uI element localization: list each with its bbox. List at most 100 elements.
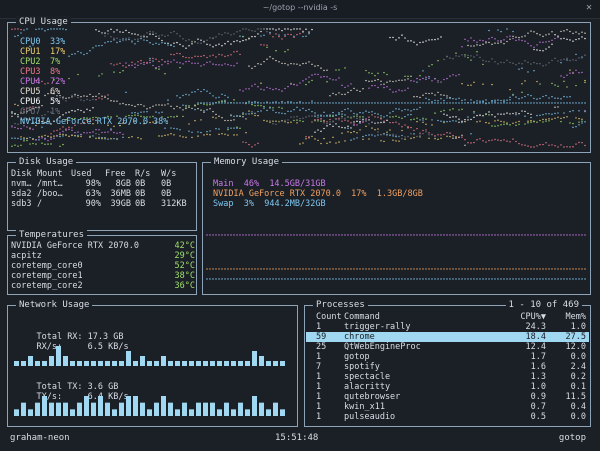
cpu-graph-dot [497,139,499,141]
cpu-graph-dot [194,120,196,122]
cpu-graph-dot [386,119,388,122]
cpu-graph-dot [542,102,544,104]
cpu-graph-dot [392,139,394,141]
cpu-graph-dot [416,77,418,80]
network-bar [203,402,208,416]
cpu-graph-dot [209,44,211,46]
cpu-graph-dot [371,84,373,87]
close-icon[interactable]: ✕ [586,2,592,13]
cpu-graph-dot [230,114,232,117]
cpu-graph-dot [401,90,403,92]
cpu-graph-dot [38,136,40,139]
memory-graph-dot [422,234,424,236]
cpu-graph-dot [467,119,469,121]
cpu-graph-dot [527,32,529,34]
cpu-graph-dot [305,116,307,118]
cpu-graph-dot [341,115,343,118]
memory-graph-dot [584,234,586,236]
cpu-graph-dot [416,44,418,46]
cpu-graph-dot [131,33,133,35]
cpu-graph-dot [26,137,28,140]
process-row[interactable]: 25 QtWebEngineProc 12.4 12.0 [306,342,589,352]
cpu-graph-dot [383,71,385,74]
cpu-graph-dot [545,102,547,104]
cpu-graph-dot [218,128,220,130]
memory-graph-dot [299,268,301,270]
cpu-graph-dot [188,123,190,125]
cpu-graph-dot [311,100,313,102]
memory-graph-dot [395,234,397,236]
cpu-graph-dot [422,102,424,104]
cpu-graph-dot [419,106,421,109]
cpu-graph-dot [515,124,517,127]
cpu-graph-dot [566,96,568,98]
process-row[interactable]: 59 chrome 18.4 27.5 [306,332,589,342]
memory-graph-dot [290,268,292,270]
process-row[interactable]: 1 pulseaudio 0.5 0.0 [306,412,589,422]
memory-graph-dot [401,268,403,270]
cpu-graph-dot [305,83,307,86]
cpu-graph-dot [398,116,400,119]
cpu-graph-dot [299,28,301,30]
memory-graph-dot [326,234,328,236]
cpu-graph-dot [392,91,394,93]
cpu-graph-dot [176,105,178,108]
memory-graph-dot [461,234,463,236]
memory-graph-dot [356,234,358,236]
cpu-graph-dot [524,144,526,146]
cpu-graph-dot [494,38,496,40]
cpu-graph-dot [62,143,64,146]
cpu-graph-dot [146,32,148,34]
cpu-graph-dot [269,31,271,34]
memory-graph-dot [518,278,520,280]
process-row[interactable]: 1 kwin_x11 0.7 0.4 [306,402,589,412]
memory-graph-dot [287,234,289,236]
process-cell: 0.9 [530,392,546,402]
cpu-graph-dot [257,104,259,107]
cpu-graph-dot [410,133,412,135]
cpu-graph-dot [116,132,118,134]
cpu-graph-dot [500,113,502,115]
processes-panel: Processes 1 - 10 of 469 Count Command CPU%… [304,299,591,427]
memory-graph-dot [506,234,508,236]
cpu-graph-dot [203,41,205,44]
process-cell: alacritty [344,382,391,392]
cpu-graph-dot [206,90,208,92]
memory-graph-dot [341,278,343,280]
cpu-graph-dot [362,112,364,114]
cpu-graph-dot [554,37,556,40]
cpu-graph-dot [383,116,385,118]
disk-header-cell: Used [71,169,92,179]
cpu-graph-dot [419,96,421,99]
cpu-graph-dot [395,115,397,117]
cpu-graph-dot [539,143,541,146]
memory-graph-dot [443,278,445,280]
process-row[interactable]: 1 alacritty 1.0 0.1 [306,382,589,392]
memory-graph-dot [212,234,214,236]
memory-graph-dot [542,234,544,236]
cpu-graph-dot [68,135,70,138]
process-row[interactable]: 1 spectacle 1.3 0.2 [306,372,589,382]
process-row[interactable]: 1 trigger-rally 24.3 1.0 [306,322,589,332]
process-row[interactable]: 1 qutebrowser 0.9 11.5 [306,392,589,402]
cpu-graph-dot [350,89,352,92]
cpu-graph-dot [581,120,583,122]
cpu-graph-dot [185,93,187,96]
cpu-graph-dot [341,93,343,96]
cpu-graph-dot [413,108,415,111]
cpu-graph-dot [116,29,118,31]
memory-graph-dot [512,278,514,280]
cpu-graph-dot [533,102,535,104]
memory-graph-dot [386,278,388,280]
cpu-graph-dot [527,112,529,115]
cpu-graph-dot [539,34,541,36]
process-row[interactable]: 1 gotop 1.7 0.0 [306,352,589,362]
process-row[interactable]: 7 spotify 1.6 2.4 [306,362,589,372]
memory-graph-dot [323,234,325,236]
network-bar [168,402,173,416]
cpu-graph-dot [209,61,211,63]
cpu-graph-dot [479,100,481,102]
memory-graph-dot [209,268,211,270]
memory-graph-dot [296,234,298,236]
cpu-graph-dot [203,54,205,57]
